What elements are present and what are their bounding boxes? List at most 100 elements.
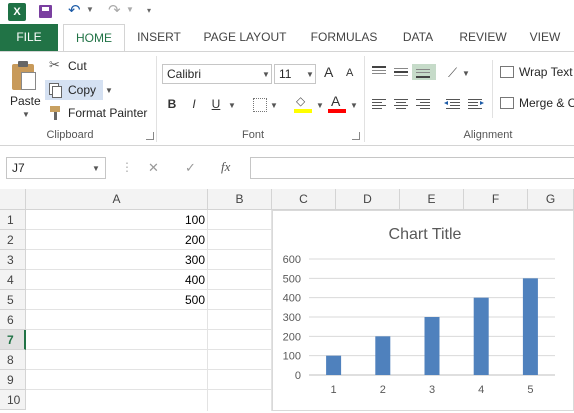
font-color-dropdown-icon[interactable]: ▼ <box>350 101 358 110</box>
column-header-b[interactable]: B <box>208 189 272 210</box>
font-name-dropdown-icon[interactable]: ▼ <box>262 70 270 79</box>
fill-dropdown-icon[interactable]: ▼ <box>316 101 324 110</box>
row-header-8[interactable]: 8 <box>0 350 26 370</box>
group-separator <box>156 56 157 142</box>
excel-logo-icon: X <box>8 3 26 21</box>
chart-title: Chart Title <box>389 226 462 243</box>
paste-icon[interactable] <box>10 60 38 92</box>
formula-bar: J7 ▼ ⋮ ✕ ✓ fx <box>0 152 574 182</box>
column-header-c[interactable]: C <box>272 189 336 210</box>
row-header-2[interactable]: 2 <box>0 230 26 250</box>
tab-file[interactable]: FILE <box>0 24 58 51</box>
row-header-7[interactable]: 7 <box>0 330 26 350</box>
font-color-bar <box>328 109 346 113</box>
paste-button[interactable]: Paste <box>10 94 41 108</box>
tab-data[interactable]: DATA <box>395 24 441 51</box>
svg-text:⟋: ⟋ <box>448 65 458 80</box>
font-group-label: Font <box>241 129 264 141</box>
cancel-icon[interactable]: ✕ <box>148 160 159 176</box>
borders-dropdown-icon[interactable]: ▼ <box>270 101 278 110</box>
column-header-d[interactable]: D <box>336 189 400 210</box>
copy-dropdown-icon[interactable]: ▼ <box>105 86 113 95</box>
y-tick-label: 100 <box>283 351 301 363</box>
tab-home[interactable]: HOME <box>63 24 125 51</box>
name-box[interactable]: J7 <box>6 157 106 179</box>
row-header-1[interactable]: 1 <box>0 210 26 230</box>
select-all-corner[interactable] <box>0 189 26 210</box>
wrap-text-icon <box>500 66 514 78</box>
bold-button[interactable]: B <box>163 95 181 113</box>
row-header-10[interactable]: 10 <box>0 390 26 410</box>
insert-function-icon[interactable]: fx <box>221 159 230 175</box>
row-header-9[interactable]: 9 <box>0 370 26 390</box>
alignment-inner-separator <box>492 60 493 118</box>
cell-a3[interactable]: 300 <box>26 250 205 270</box>
tab-view[interactable]: VIEW <box>523 24 567 51</box>
x-tick-label: 1 <box>331 384 337 396</box>
underline-dropdown-icon[interactable]: ▼ <box>228 101 236 110</box>
undo-icon[interactable]: ↶ <box>68 2 81 20</box>
group-separator <box>364 56 365 142</box>
clipboard-launcher-icon[interactable] <box>146 132 154 140</box>
save-icon[interactable] <box>39 5 52 18</box>
format-painter-button[interactable]: Format Painter <box>68 106 147 120</box>
merge-button[interactable]: Merge & C <box>519 96 574 110</box>
grow-font-icon[interactable]: A <box>324 64 333 80</box>
chart-bar[interactable] <box>326 355 342 375</box>
formula-bar-splitter-icon[interactable]: ⋮ <box>121 160 133 174</box>
tab-insert[interactable]: INSERT <box>131 24 187 51</box>
copy-button[interactable]: Copy <box>68 83 96 97</box>
formula-input[interactable] <box>250 157 574 179</box>
tab-formulas[interactable]: FORMULAS <box>305 24 383 51</box>
redo-icon[interactable]: ↷ <box>108 2 121 20</box>
chart-bar[interactable] <box>473 297 489 375</box>
redo-dropdown-icon[interactable]: ▼ <box>126 5 134 14</box>
merge-icon <box>500 97 514 109</box>
ribbon-tabs: FILE HOME INSERT PAGE LAYOUT FORMULAS DA… <box>0 24 574 51</box>
cell-a5[interactable]: 500 <box>26 290 205 310</box>
svg-text:▼: ▼ <box>462 69 470 78</box>
chart-bar[interactable] <box>424 317 440 375</box>
gridline <box>207 210 208 411</box>
customize-icon[interactable]: ▾ <box>147 6 151 15</box>
font-name-combo[interactable]: Calibri <box>162 64 272 84</box>
row-header-3[interactable]: 3 <box>0 250 26 270</box>
font-name-value: Calibri <box>167 67 202 81</box>
tab-review[interactable]: REVIEW <box>455 24 511 51</box>
column-header-e[interactable]: E <box>400 189 464 210</box>
font-launcher-icon[interactable] <box>352 132 360 140</box>
fill-bucket-icon[interactable]: ◇ <box>296 95 312 107</box>
quick-access-toolbar: X ↶ ▼ ↷ ▼ ▾ <box>0 0 574 24</box>
x-tick-label: 2 <box>380 384 386 396</box>
chart-bar[interactable] <box>522 278 538 375</box>
column-header-a[interactable]: A <box>26 189 208 210</box>
font-size-dropdown-icon[interactable]: ▼ <box>306 70 314 79</box>
cell-a1[interactable]: 100 <box>26 210 205 230</box>
row-header-4[interactable]: 4 <box>0 270 26 290</box>
y-tick-label: 600 <box>283 254 301 266</box>
chart-object[interactable]: Chart Title 0 100 200 300 400 500 600 1 2 3 4 5 <box>272 210 574 411</box>
enter-icon[interactable]: ✓ <box>185 160 196 176</box>
row-header-6[interactable]: 6 <box>0 310 26 330</box>
wrap-text-button[interactable]: Wrap Text <box>519 65 573 79</box>
undo-dropdown-icon[interactable]: ▼ <box>86 5 94 14</box>
row-header-5[interactable]: 5 <box>0 290 26 310</box>
borders-icon[interactable] <box>253 98 267 112</box>
column-header-g[interactable]: G <box>528 189 574 210</box>
x-tick-label: 3 <box>429 384 435 396</box>
italic-button[interactable]: I <box>185 95 203 113</box>
paste-dropdown-icon[interactable]: ▼ <box>22 110 30 119</box>
cut-button[interactable]: Cut <box>68 59 87 73</box>
underline-button[interactable]: U <box>207 95 225 113</box>
scissors-icon: ✂ <box>49 57 60 72</box>
cell-a4[interactable]: 400 <box>26 270 205 290</box>
cell-a2[interactable]: 200 <box>26 230 205 250</box>
tab-page-layout[interactable]: PAGE LAYOUT <box>197 24 293 51</box>
font-size-value: 11 <box>279 67 292 81</box>
chart-bar[interactable] <box>375 336 391 375</box>
y-tick-label: 500 <box>283 273 301 285</box>
shrink-font-icon[interactable]: A <box>346 67 353 79</box>
column-header-f[interactable]: F <box>464 189 528 210</box>
font-color-button[interactable]: A <box>331 93 340 109</box>
name-box-dropdown-icon[interactable]: ▼ <box>92 164 100 173</box>
